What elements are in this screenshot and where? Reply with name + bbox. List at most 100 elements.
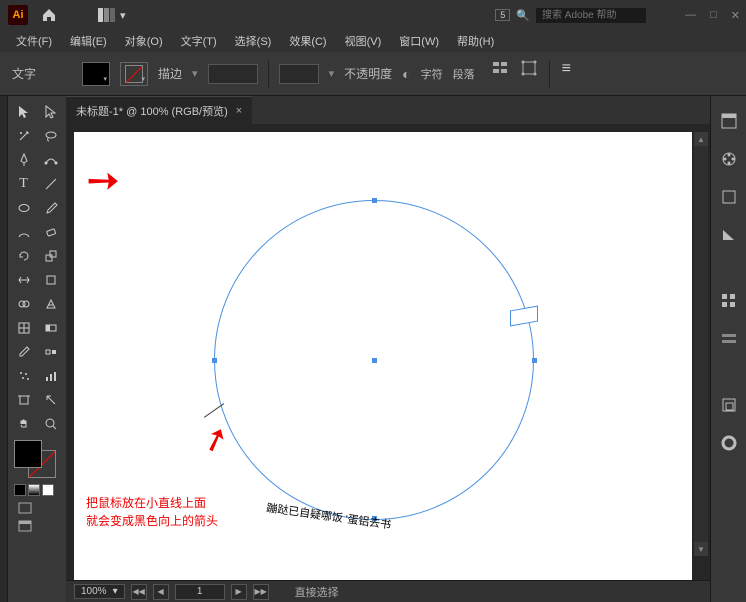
- stroke-panel-icon[interactable]: [718, 432, 740, 454]
- app-logo: Ai: [8, 5, 28, 25]
- menu-select[interactable]: 选择(S): [227, 31, 280, 51]
- zoom-tool[interactable]: [37, 412, 64, 436]
- gradient-tool[interactable]: [37, 316, 64, 340]
- color-mode-solid[interactable]: [14, 484, 26, 496]
- menu-type[interactable]: 文字(T): [173, 31, 225, 51]
- menu-file[interactable]: 文件(F): [8, 31, 60, 51]
- brushes-panel-icon[interactable]: [718, 328, 740, 350]
- search-icon[interactable]: 🔍: [516, 9, 530, 22]
- transform-icon[interactable]: [521, 60, 537, 88]
- status-bar: 100%▾ ◀◀ ◀ ▶ ▶▶ 直接选择: [66, 580, 710, 602]
- prev-page-button[interactable]: ◀: [153, 584, 169, 600]
- search-area: 5 🔍: [495, 8, 646, 23]
- main-area: T: [0, 96, 746, 602]
- fill-color[interactable]: [14, 440, 42, 468]
- eraser-tool[interactable]: [37, 220, 64, 244]
- screen-mode-icon[interactable]: [18, 520, 64, 532]
- magic-wand-tool[interactable]: [10, 124, 37, 148]
- character-link[interactable]: 字符: [421, 66, 443, 82]
- properties-panel-icon[interactable]: [718, 110, 740, 132]
- chevron-down-icon[interactable]: ▾: [329, 67, 335, 80]
- shaper-tool[interactable]: [10, 220, 37, 244]
- color-panel-icon[interactable]: [718, 148, 740, 170]
- scroll-up-icon[interactable]: ▲: [694, 132, 708, 146]
- direct-selection-tool[interactable]: [37, 100, 64, 124]
- hand-tool[interactable]: [10, 412, 37, 436]
- path-type-marker[interactable]: [510, 306, 538, 327]
- draw-normal-icon[interactable]: [18, 502, 64, 514]
- selection-tool[interactable]: [10, 100, 37, 124]
- width-tool[interactable]: [10, 268, 37, 292]
- annotation-arrow-icon: ➘: [75, 153, 131, 209]
- type-tool[interactable]: T: [10, 172, 37, 196]
- menu-help[interactable]: 帮助(H): [449, 31, 502, 51]
- close-button[interactable]: ✕: [731, 9, 740, 22]
- ellipse-tool[interactable]: [10, 196, 37, 220]
- anchor-top[interactable]: [372, 198, 377, 203]
- screen-modes: [10, 502, 64, 532]
- type-object-label: 文字: [12, 65, 36, 82]
- libraries-panel-icon[interactable]: [718, 224, 740, 246]
- line-tool[interactable]: [37, 172, 64, 196]
- menu-view[interactable]: 视图(V): [337, 31, 390, 51]
- free-transform-tool[interactable]: [37, 268, 64, 292]
- paragraph-link[interactable]: 段落: [453, 66, 475, 82]
- lasso-tool[interactable]: [37, 124, 64, 148]
- color-mode-gradient[interactable]: [28, 484, 40, 496]
- shape-builder-tool[interactable]: [10, 292, 37, 316]
- home-icon[interactable]: [40, 6, 58, 24]
- brush-select[interactable]: [279, 64, 319, 84]
- annotation-text: 把鼠标放在小直线上面 就会变成黑色向上的箭头: [86, 494, 218, 530]
- next-page-button[interactable]: ▶: [231, 584, 247, 600]
- scroll-down-icon[interactable]: ▼: [694, 542, 708, 556]
- scale-tool[interactable]: [37, 244, 64, 268]
- perspective-tool[interactable]: [37, 292, 64, 316]
- slice-tool[interactable]: [37, 388, 64, 412]
- canvas[interactable]: ➘ ➚ 把鼠标放在小直线上面 就会变成黑色向上的箭头 蹦跶已自疑哪饭 '蛋铝去书: [74, 132, 692, 580]
- minimize-button[interactable]: —: [685, 9, 696, 22]
- align-icon[interactable]: [493, 60, 509, 88]
- canvas-wrap: ➘ ➚ 把鼠标放在小直线上面 就会变成黑色向上的箭头 蹦跶已自疑哪饭 '蛋铝去书…: [66, 124, 710, 580]
- anchor-left[interactable]: [212, 358, 217, 363]
- column-graph-tool[interactable]: [37, 364, 64, 388]
- symbol-sprayer-tool[interactable]: [10, 364, 37, 388]
- last-page-button[interactable]: ▶▶: [253, 584, 269, 600]
- page-number-input[interactable]: [175, 584, 225, 600]
- chevron-down-icon[interactable]: ▾: [192, 67, 198, 80]
- stroke-weight-select[interactable]: [208, 64, 258, 84]
- first-page-button[interactable]: ◀◀: [131, 584, 147, 600]
- document-tab[interactable]: 未标题-1* @ 100% (RGB/预览) ×: [66, 96, 252, 124]
- menu-edit[interactable]: 编辑(E): [62, 31, 115, 51]
- blend-tool[interactable]: [37, 340, 64, 364]
- panel-strip-left: [0, 96, 8, 602]
- symbols-panel-icon[interactable]: [718, 394, 740, 416]
- layers-panel-icon[interactable]: [718, 186, 740, 208]
- curvature-tool[interactable]: [37, 148, 64, 172]
- layout-switcher[interactable]: ▾: [98, 8, 126, 22]
- center-point[interactable]: [372, 358, 377, 363]
- stroke-swatch[interactable]: ▾: [120, 62, 148, 86]
- scrollbar-vertical[interactable]: ▲ ▼: [694, 132, 708, 556]
- anchor-right[interactable]: [532, 358, 537, 363]
- color-mode-none[interactable]: [42, 484, 54, 496]
- artboard-tool[interactable]: [10, 388, 37, 412]
- menu-object[interactable]: 对象(O): [117, 31, 171, 51]
- zoom-level[interactable]: 100%▾: [74, 584, 125, 599]
- maximize-button[interactable]: □: [710, 9, 717, 22]
- pen-tool[interactable]: [10, 148, 37, 172]
- opacity-label: 不透明度: [344, 65, 392, 82]
- paintbrush-tool[interactable]: [37, 196, 64, 220]
- menu-effect[interactable]: 效果(C): [281, 31, 334, 51]
- swatches-panel-icon[interactable]: [718, 290, 740, 312]
- fill-swatch[interactable]: ▾: [82, 62, 110, 86]
- tab-title: 未标题-1* @ 100% (RGB/预览): [76, 103, 228, 119]
- globe-icon[interactable]: ◐: [402, 66, 410, 82]
- prefs-icon[interactable]: ≡: [562, 60, 571, 88]
- menu-window[interactable]: 窗口(W): [391, 31, 447, 51]
- mesh-tool[interactable]: [10, 316, 37, 340]
- menu-bar: 文件(F) 编辑(E) 对象(O) 文字(T) 选择(S) 效果(C) 视图(V…: [0, 30, 746, 52]
- search-input[interactable]: [536, 8, 646, 23]
- eyedropper-tool[interactable]: [10, 340, 37, 364]
- rotate-tool[interactable]: [10, 244, 37, 268]
- tab-close-icon[interactable]: ×: [236, 105, 242, 117]
